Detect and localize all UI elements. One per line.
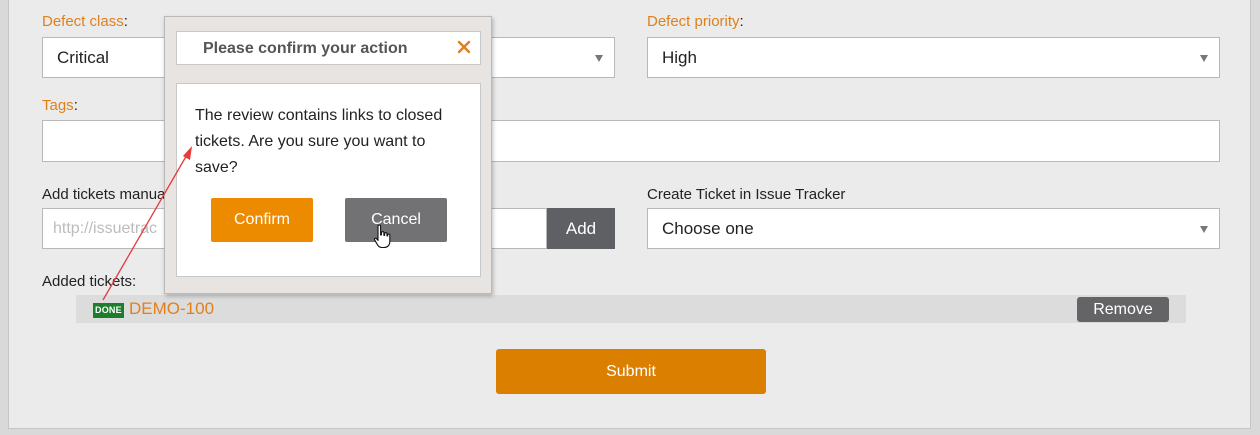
chevron-down-icon xyxy=(595,54,603,62)
confirm-button[interactable]: Confirm xyxy=(211,198,313,242)
dialog-header: Please confirm your action xyxy=(176,31,481,65)
dialog-title: Please confirm your action xyxy=(203,40,408,57)
confirm-dialog: Please confirm your action The review co… xyxy=(164,16,492,294)
ticket-row: DONE DEMO-100 Remove xyxy=(76,295,1186,323)
close-icon[interactable] xyxy=(455,38,473,56)
create-ticket-value: Choose one xyxy=(662,218,754,238)
defect-priority-value: High xyxy=(662,47,697,67)
cancel-button[interactable]: Cancel xyxy=(345,198,447,242)
hand-cursor-icon xyxy=(373,224,391,249)
status-badge: DONE xyxy=(93,303,124,318)
create-ticket-select[interactable]: Choose one xyxy=(647,208,1220,249)
add-tickets-label: Add tickets manua xyxy=(42,186,166,203)
defect-class-value: Critical xyxy=(57,47,109,67)
submit-button[interactable]: Submit xyxy=(496,349,766,394)
dialog-body: The review contains links to closed tick… xyxy=(176,83,481,277)
chevron-down-icon xyxy=(1200,225,1208,233)
dialog-message: The review contains links to closed tick… xyxy=(195,107,443,176)
remove-ticket-button[interactable]: Remove xyxy=(1077,297,1169,322)
tags-label: Tags: xyxy=(42,97,78,114)
added-tickets-label: Added tickets: xyxy=(42,273,137,290)
ticket-link[interactable]: DEMO-100 xyxy=(129,299,214,319)
defect-class-label: Defect class: xyxy=(42,13,128,30)
create-ticket-label: Create Ticket in Issue Tracker xyxy=(647,186,846,203)
ticket-url-placeholder: http://issuetrac xyxy=(53,219,158,237)
defect-priority-label: Defect priority: xyxy=(647,13,744,30)
defect-priority-select[interactable]: High xyxy=(647,37,1220,78)
chevron-down-icon xyxy=(1200,54,1208,62)
add-ticket-button[interactable]: Add xyxy=(547,208,615,249)
